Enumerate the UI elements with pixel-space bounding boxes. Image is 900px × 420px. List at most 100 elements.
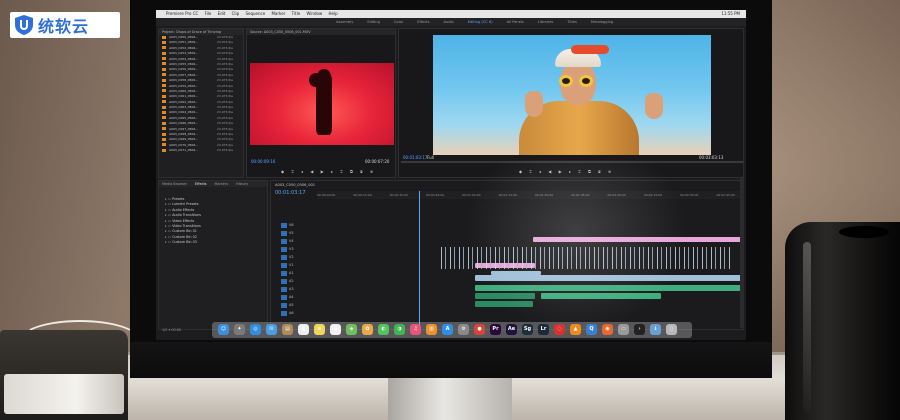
- ruler-tick-label: 00:01:00:00: [462, 193, 481, 197]
- messages-icon[interactable]: ◐: [378, 324, 389, 335]
- notes-icon[interactable]: ≡: [314, 324, 325, 335]
- effects-tab[interactable]: Markers: [215, 182, 229, 186]
- track-header[interactable]: A4: [273, 293, 315, 301]
- timeline-sequence-name[interactable]: A003_C050_0506_001: [275, 183, 315, 187]
- effects-tab[interactable]: Effects: [195, 182, 207, 186]
- timeline-ruler[interactable]: 00:00:00:00 00:00:15:00 00:00:30:00 00:00:4…: [317, 191, 741, 199]
- track-target-toggle[interactable]: [281, 302, 287, 308]
- track-header[interactable]: A2: [273, 277, 315, 285]
- menu-item[interactable]: Edit: [218, 11, 226, 16]
- effects-tab[interactable]: History: [236, 182, 248, 186]
- terminal-icon[interactable]: ›: [634, 324, 645, 335]
- track-header[interactable]: V6: [273, 221, 315, 229]
- premiere-icon[interactable]: Pr: [490, 324, 501, 335]
- menu-item[interactable]: Marker: [271, 11, 285, 16]
- source-transport-controls[interactable]: ◆ ⌶ ◂ ◀ ▶ ▸ ⌶ ⧉ ⧈ ⊕: [281, 169, 376, 174]
- facetime-icon[interactable]: ◑: [394, 324, 405, 335]
- safari-icon[interactable]: ◎: [250, 324, 261, 335]
- workspace-tab[interactable]: Editing (CC 6): [468, 20, 493, 24]
- track-header[interactable]: A1: [273, 269, 315, 277]
- video-clip[interactable]: [475, 275, 743, 281]
- menu-item[interactable]: Window: [306, 11, 322, 16]
- launchpad-icon[interactable]: ✦: [234, 324, 245, 335]
- label-color-swatch: [162, 73, 166, 77]
- audio-clip[interactable]: [541, 293, 661, 299]
- clip-name: A003_C066_0506...: [169, 121, 199, 126]
- effects-folder[interactable]: Custom Bin 03: [159, 240, 267, 245]
- menu-item[interactable]: File: [205, 11, 212, 16]
- audio-clip[interactable]: [475, 301, 533, 307]
- track-target-toggle[interactable]: [281, 286, 287, 292]
- effects-tab[interactable]: Media Browser: [162, 182, 187, 186]
- mail-icon[interactable]: ✉: [266, 324, 277, 335]
- source-monitor-title[interactable]: Source: A003_C050_0506_001.MOV: [247, 29, 395, 35]
- program-fit[interactable]: Full: [427, 155, 434, 160]
- track-header[interactable]: V2: [273, 253, 315, 261]
- track-header[interactable]: V3: [273, 245, 315, 253]
- workspace-tab[interactable]: Titles: [567, 20, 577, 24]
- playhead[interactable]: [419, 191, 420, 329]
- program-scrubber[interactable]: [401, 161, 743, 163]
- track-target-toggle[interactable]: [281, 230, 287, 236]
- workspace-tab[interactable]: Libraries: [538, 20, 554, 24]
- timeline-timecode[interactable]: 00:01:03:17: [275, 190, 306, 196]
- workspace-tab[interactable]: Effects: [417, 20, 429, 24]
- workspace-tab[interactable]: Metalogging: [591, 20, 613, 24]
- firefox-icon[interactable]: ◉: [602, 324, 613, 335]
- track-header[interactable]: A5: [273, 301, 315, 309]
- track-target-toggle[interactable]: [281, 278, 287, 284]
- itunes-icon[interactable]: ♫: [410, 324, 421, 335]
- audio-clip[interactable]: [475, 293, 535, 299]
- chrome-icon[interactable]: ●: [474, 324, 485, 335]
- program-transport-controls[interactable]: ◆ ⌶ ◂ ◀ ▶ ▸ ⌶ ⧉ ⧈ ⊕: [519, 169, 614, 174]
- app-store-icon[interactable]: A: [442, 324, 453, 335]
- menu-item[interactable]: Help: [329, 11, 338, 16]
- audio-clip[interactable]: [475, 285, 743, 291]
- speedgrade-icon[interactable]: Sg: [522, 324, 533, 335]
- workspace-tab[interactable]: Editing: [367, 20, 380, 24]
- workspace-tab[interactable]: Audio: [443, 20, 453, 24]
- track-target-toggle[interactable]: [281, 310, 287, 316]
- track-header[interactable]: V5: [273, 229, 315, 237]
- workspace-tab[interactable]: Assembly: [336, 20, 353, 24]
- track-header[interactable]: V1: [273, 261, 315, 269]
- timeline-scrollbar[interactable]: [740, 178, 744, 328]
- quicktime-icon[interactable]: Q: [586, 324, 597, 335]
- track-target-toggle[interactable]: [281, 222, 287, 228]
- contacts-icon[interactable]: ▤: [282, 324, 293, 335]
- track-target-toggle[interactable]: [281, 254, 287, 260]
- track-target-toggle[interactable]: [281, 238, 287, 244]
- downloads-icon[interactable]: ↓: [650, 324, 661, 335]
- ibooks-icon[interactable]: ▥: [426, 324, 437, 335]
- after-effects-icon[interactable]: Ae: [506, 324, 517, 335]
- track-header[interactable]: A3: [273, 285, 315, 293]
- list-item[interactable]: A003_C071_0506... 23.976 fps: [159, 148, 243, 153]
- workspace-tab[interactable]: Color: [394, 20, 403, 24]
- vlc-icon[interactable]: ▲: [570, 324, 581, 335]
- menu-item[interactable]: Title: [292, 11, 301, 16]
- calendar-icon[interactable]: ▦: [298, 324, 309, 335]
- reminders-icon[interactable]: ☰: [330, 324, 341, 335]
- track-target-toggle[interactable]: [281, 246, 287, 252]
- program-timecode[interactable]: 00:01:03:17: [403, 155, 427, 160]
- track-target-toggle[interactable]: [281, 262, 287, 268]
- creative-cloud-icon[interactable]: ◌: [554, 324, 565, 335]
- track-header[interactable]: A6: [273, 309, 315, 317]
- trash-icon[interactable]: ▯: [666, 324, 677, 335]
- menu-item[interactable]: Premiere Pro CC: [166, 11, 198, 16]
- photos-icon[interactable]: ✿: [362, 324, 373, 335]
- menu-item[interactable]: Clip: [232, 11, 240, 16]
- disk-icon[interactable]: ▭: [618, 324, 629, 335]
- preferences-icon[interactable]: ⚙: [458, 324, 469, 335]
- source-timecode-in[interactable]: 00:00:09:16: [251, 159, 275, 164]
- workspace-tab[interactable]: All Panels: [507, 20, 524, 24]
- lightroom-icon[interactable]: Lr: [538, 324, 549, 335]
- video-clip[interactable]: [533, 237, 743, 242]
- video-clip-edits[interactable]: [441, 247, 731, 269]
- track-target-toggle[interactable]: [281, 294, 287, 300]
- menu-item[interactable]: Sequence: [245, 11, 265, 16]
- track-header[interactable]: V4: [273, 237, 315, 245]
- track-target-toggle[interactable]: [281, 270, 287, 276]
- maps-icon[interactable]: ◈: [346, 324, 357, 335]
- finder-icon[interactable]: ☺: [218, 324, 229, 335]
